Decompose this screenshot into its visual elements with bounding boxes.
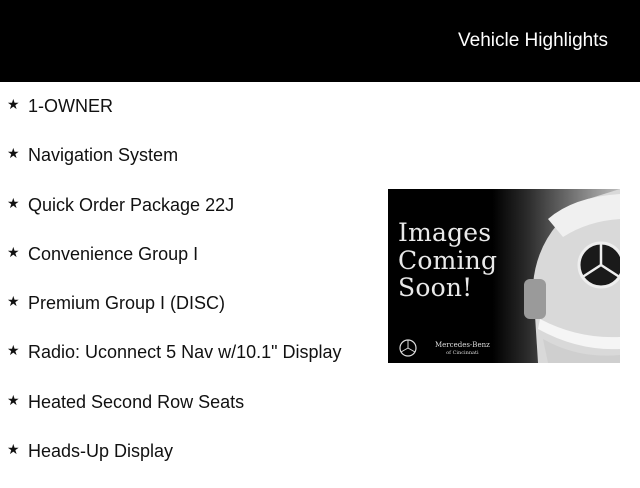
- promo-line: Coming: [398, 245, 498, 275]
- highlights-list: ★ 1-OWNER ★ Navigation System ★ Quick Order…: [0, 94, 380, 488]
- highlight-label: Quick Order Package 22J: [28, 194, 235, 215]
- highlight-item: ★ Navigation System: [0, 143, 380, 192]
- star-bullet-icon: ★: [7, 195, 20, 212]
- highlight-item: ★ Heated Second Row Seats: [0, 390, 380, 439]
- highlight-item: ★ 1-OWNER: [0, 94, 380, 143]
- highlight-item: ★ Radio: Uconnect 5 Nav w/10.1" Display: [0, 340, 380, 389]
- star-bullet-icon: ★: [7, 343, 20, 360]
- promo-headline: Images Coming Soon!: [398, 219, 497, 302]
- star-bullet-icon: ★: [7, 97, 20, 113]
- star-bullet-icon: ★: [7, 294, 20, 311]
- highlight-label: Heated Second Row Seats: [28, 391, 245, 412]
- header-title: Vehicle Highlights: [458, 30, 608, 51]
- highlight-item: ★ Premium Group I (DISC): [0, 291, 380, 340]
- header-bar: Vehicle Highlights: [0, 0, 640, 82]
- highlight-item: ★ Heads-Up Display: [0, 439, 380, 488]
- brand-subtitle: of Cincinnati: [446, 350, 479, 356]
- star-bullet-icon: ★: [7, 392, 20, 409]
- promo-line: Images: [398, 218, 492, 247]
- highlight-item: ★ Convenience Group I: [0, 242, 380, 291]
- highlight-label: 1-OWNER: [28, 96, 113, 116]
- dealer-brand: Mercedes-Benz of Cincinnati: [435, 341, 490, 357]
- highlight-label: Navigation System: [28, 145, 179, 166]
- highlight-label: Radio: Uconnect 5 Nav w/10.1" Display: [28, 342, 342, 363]
- star-bullet-icon: ★: [7, 244, 20, 261]
- star-bullet-icon: ★: [7, 442, 20, 459]
- promo-line: Soon!: [398, 273, 473, 302]
- highlight-label: Heads-Up Display: [28, 441, 174, 462]
- star-bullet-icon: ★: [7, 146, 20, 163]
- images-coming-soon-image: Images Coming Soon! Mercedes-Benz of Cin…: [388, 189, 620, 363]
- brand-name: Mercedes-Benz: [435, 341, 490, 349]
- highlight-item: ★ Quick Order Package 22J: [0, 193, 380, 242]
- highlight-label: Premium Group I (DISC): [28, 293, 226, 314]
- highlight-label: Convenience Group I: [28, 243, 199, 264]
